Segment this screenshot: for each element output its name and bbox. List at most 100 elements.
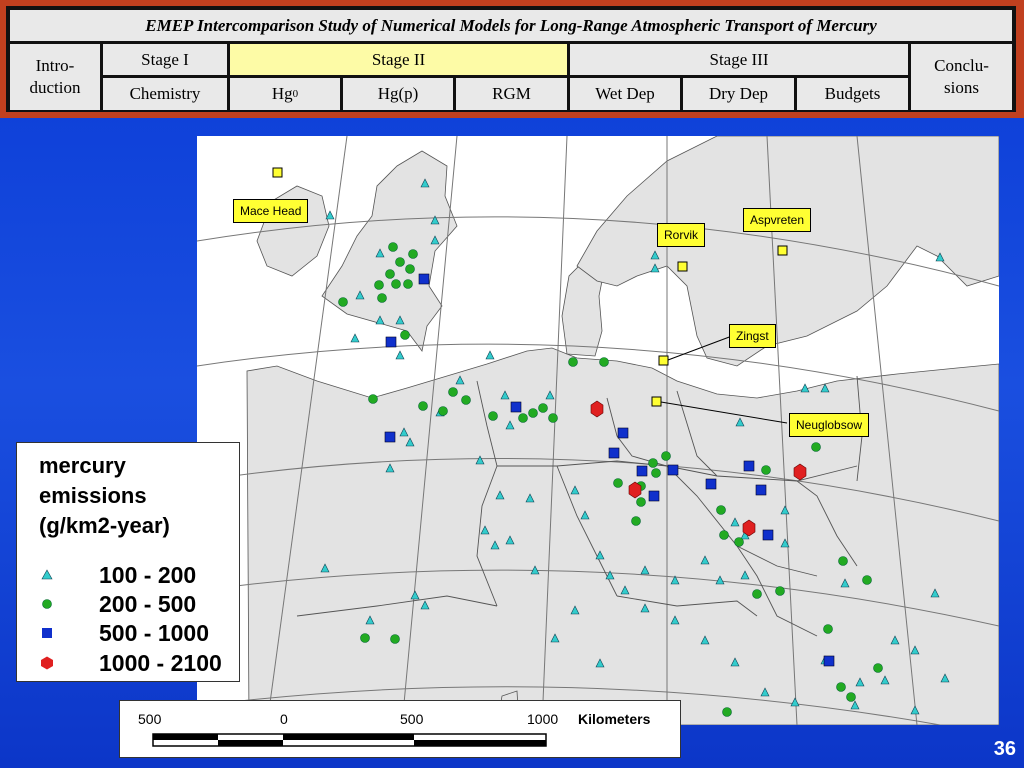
marker-square bbox=[636, 465, 648, 477]
marker-circle bbox=[719, 530, 729, 540]
tab-stage-2[interactable]: Stage II bbox=[230, 44, 567, 75]
marker-circle bbox=[636, 497, 646, 507]
tab-introduction[interactable]: Intro- duction bbox=[10, 44, 100, 110]
emissions-map: Mace Head Rorvik Aspvreten Zingst Neuglo… bbox=[197, 136, 999, 725]
tab-stage-3[interactable]: Stage III bbox=[570, 44, 908, 75]
marker-square bbox=[667, 464, 679, 476]
subtab-hgp[interactable]: Hg(p) bbox=[343, 78, 453, 110]
navigation-header: EMEP Intercomparison Study of Numerical … bbox=[0, 0, 1024, 118]
marker-square bbox=[385, 336, 397, 348]
marker-square bbox=[755, 484, 767, 496]
marker-circle bbox=[648, 458, 658, 468]
marker-circle bbox=[651, 468, 661, 478]
marker-circle bbox=[761, 465, 771, 475]
marker-square bbox=[762, 529, 774, 541]
marker-circle bbox=[408, 249, 418, 259]
marker-circle bbox=[438, 406, 448, 416]
station-marker-neuglobsow bbox=[651, 396, 662, 407]
marker-circle bbox=[873, 663, 883, 673]
circle-icon bbox=[39, 596, 55, 612]
marker-circle bbox=[403, 279, 413, 289]
tab-stage-1[interactable]: Stage I bbox=[103, 44, 227, 75]
marker-circle bbox=[360, 633, 370, 643]
subtab-dry-dep[interactable]: Dry Dep bbox=[683, 78, 794, 110]
marker-circle bbox=[390, 634, 400, 644]
triangle-icon bbox=[39, 567, 55, 583]
marker-circle bbox=[528, 408, 538, 418]
marker-circle bbox=[548, 413, 558, 423]
subtab-wet-dep[interactable]: Wet Dep bbox=[570, 78, 680, 110]
marker-square bbox=[384, 431, 396, 443]
subtab-rgm[interactable]: RGM bbox=[456, 78, 567, 110]
station-marker-mace-head bbox=[272, 167, 283, 178]
legend: mercury emissions (g/km2-year) 100 - 200… bbox=[16, 442, 240, 682]
marker-circle bbox=[811, 442, 821, 452]
legend-title: mercury emissions (g/km2-year) bbox=[39, 451, 170, 541]
station-label-neuglobsow: Neuglobsow bbox=[789, 413, 870, 437]
marker-circle bbox=[836, 682, 846, 692]
page-title: EMEP Intercomparison Study of Numerical … bbox=[10, 10, 1012, 41]
legend-item-class-4: 1000 - 2100 bbox=[39, 648, 222, 678]
marker-circle bbox=[488, 411, 498, 421]
marker-circle bbox=[374, 280, 384, 290]
marker-circle bbox=[716, 505, 726, 515]
marker-circle bbox=[395, 257, 405, 267]
marker-circle bbox=[461, 395, 471, 405]
subtab-budgets[interactable]: Budgets bbox=[797, 78, 908, 110]
scale-bar-graphic bbox=[152, 733, 547, 747]
legend-item-class-3: 500 - 1000 bbox=[39, 618, 209, 648]
marker-circle bbox=[846, 692, 856, 702]
marker-square bbox=[608, 447, 620, 459]
marker-circle bbox=[400, 330, 410, 340]
hexagon-icon bbox=[39, 655, 55, 671]
marker-circle bbox=[823, 624, 833, 634]
marker-square bbox=[617, 427, 629, 439]
marker-circle bbox=[661, 451, 671, 461]
marker-circle bbox=[377, 293, 387, 303]
marker-circle bbox=[568, 357, 578, 367]
map-canvas bbox=[197, 136, 999, 725]
legend-title-line-3: (g/km2-year) bbox=[39, 513, 170, 538]
station-label-zingst: Zingst bbox=[729, 324, 776, 348]
marker-circle bbox=[722, 707, 732, 717]
marker-circle bbox=[838, 556, 848, 566]
station-marker-zingst bbox=[658, 355, 669, 366]
marker-circle bbox=[448, 387, 458, 397]
marker-square bbox=[510, 401, 522, 413]
marker-square bbox=[823, 655, 835, 667]
page-number: 36 bbox=[993, 738, 1016, 760]
subtab-hg0[interactable]: Hg 0 bbox=[230, 78, 340, 110]
legend-item-class-2: 200 - 500 bbox=[39, 589, 196, 619]
marker-circle bbox=[368, 394, 378, 404]
marker-circle bbox=[734, 537, 744, 547]
marker-circle bbox=[418, 401, 428, 411]
marker-circle bbox=[775, 586, 785, 596]
marker-square bbox=[418, 273, 430, 285]
marker-circle bbox=[599, 357, 609, 367]
marker-circle bbox=[538, 403, 548, 413]
marker-circle bbox=[752, 589, 762, 599]
marker-circle bbox=[338, 297, 348, 307]
subtab-chemistry[interactable]: Chemistry bbox=[103, 78, 227, 110]
marker-circle bbox=[518, 413, 528, 423]
marker-square bbox=[705, 478, 717, 490]
square-icon bbox=[39, 625, 55, 641]
marker-square bbox=[648, 490, 660, 502]
subtab-hg0-label: Hg bbox=[271, 84, 293, 103]
scale-bar: 500 0 500 1000 Kilometers bbox=[119, 700, 681, 758]
marker-circle bbox=[388, 242, 398, 252]
marker-circle bbox=[862, 575, 872, 585]
land-continent bbox=[246, 347, 999, 725]
station-marker-aspvreten bbox=[777, 245, 788, 256]
tab-conclusions[interactable]: Conclu- sions bbox=[911, 44, 1012, 110]
marker-circle bbox=[631, 516, 641, 526]
legend-title-line-2: emissions bbox=[39, 483, 147, 508]
legend-item-class-1: 100 - 200 bbox=[39, 560, 196, 590]
station-label-aspvreten: Aspvreten bbox=[743, 208, 812, 232]
legend-label: 500 - 1000 bbox=[99, 619, 209, 646]
station-label-rorvik: Rorvik bbox=[657, 223, 706, 247]
marker-square bbox=[743, 460, 755, 472]
legend-label: 1000 - 2100 bbox=[99, 649, 222, 676]
legend-label: 200 - 500 bbox=[99, 590, 197, 617]
marker-circle bbox=[405, 264, 415, 274]
